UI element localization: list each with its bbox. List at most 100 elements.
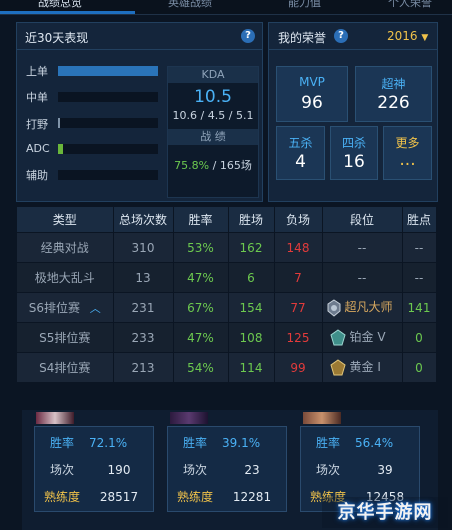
rank-label: 超凡大师 (344, 300, 393, 315)
cell-rank: 黄金 I (322, 352, 403, 382)
tab-champions[interactable]: 英雄战绩 (168, 0, 212, 12)
cell-total: 233 (113, 322, 174, 353)
kda-deaths: 4.5 (207, 109, 226, 122)
winrate-value: 56.4% (355, 436, 394, 450)
cell-total: 231 (113, 292, 174, 323)
champ-mastery-row: 熟练度 12281 (168, 489, 286, 505)
cell-wins: 6 (228, 262, 275, 293)
role-bar-adc (58, 144, 158, 154)
honor-tile-quadrakill[interactable]: 四杀 16 (330, 126, 378, 180)
active-tab-indicator (0, 11, 135, 14)
honor-label: 超神 (381, 77, 406, 91)
honor-label: 更多 (395, 136, 420, 150)
match-type-table: 类型 总场次数 胜率 胜场 负场 段位 胜点 经典对战 310 53% 162 … (17, 207, 437, 382)
champion-card[interactable]: 胜率 39.1% 场次 23 熟练度 12281 (167, 426, 287, 512)
cell-points: -- (402, 232, 437, 263)
rank-label: 铂金 V (349, 330, 386, 345)
cell-rank: -- (322, 232, 403, 263)
cell-points: 141 (402, 292, 437, 323)
tab-ability[interactable]: 能力值 (288, 0, 321, 12)
cell-losses: 125 (274, 322, 323, 353)
cell-losses: 148 (274, 232, 323, 263)
cell-points: 0 (402, 352, 437, 382)
cell-type: 经典对战 (17, 232, 114, 263)
honor-tile-more[interactable]: 更多 ... (383, 126, 432, 180)
role-bar-jungle (58, 118, 158, 128)
master-rank-emblem-icon (325, 299, 343, 317)
honor-value: ... (399, 150, 416, 170)
rank-label: 黄金 I (349, 360, 381, 375)
column-header: 类型 (17, 207, 114, 233)
honor-label: 五杀 (288, 136, 313, 150)
honor-tile-mvp[interactable]: MVP 96 (276, 66, 348, 122)
honor-value: 4 (295, 152, 306, 172)
mastery-label: 熟练度 (176, 490, 213, 504)
winrate-value: 72.1% (89, 436, 128, 450)
column-header: 胜场 (228, 207, 275, 233)
kda-breakdown: 10.6 / 4.5 / 5.1 (172, 109, 254, 122)
champion-portrait[interactable] (303, 412, 341, 424)
chevron-down-icon: ▼ (421, 33, 429, 43)
year-select[interactable]: 2016 ▼ (387, 29, 428, 43)
cell-rank: -- (322, 262, 403, 293)
chevron-up-icon[interactable]: ︿ (90, 302, 101, 315)
table-row[interactable]: S5排位赛 233 47% 108 125 铂金 V 0 (17, 322, 437, 353)
cell-winrate: 47% (173, 322, 229, 353)
games-value: 39 (377, 463, 393, 477)
cell-points: 0 (402, 322, 437, 353)
kda-label: KDA (168, 67, 258, 83)
cell-winrate: 67% (173, 292, 229, 323)
games-label: 场次 (182, 463, 207, 477)
record-label: 战 绩 (168, 129, 258, 145)
games-value: 190 (107, 463, 131, 477)
table-row[interactable]: 极地大乱斗 13 47% 6 7 -- -- (17, 262, 437, 293)
cell-winrate: 54% (173, 352, 229, 382)
cell-rank: 超凡大师 (322, 292, 403, 323)
honor-value: 16 (343, 152, 365, 172)
cell-total: 213 (113, 352, 174, 382)
games-value: 23 (244, 463, 260, 477)
honor-value: 226 (377, 93, 410, 113)
honor-title: 我的荣誉 (278, 31, 327, 45)
winrate-label: 胜率 (182, 436, 207, 450)
cell-total: 310 (113, 232, 174, 263)
champion-card[interactable]: 胜率 72.1% 场次 190 熟练度 28517 (34, 426, 154, 512)
cell-points: -- (402, 262, 437, 293)
role-bar-mid (58, 92, 158, 102)
champion-portrait[interactable] (170, 412, 208, 424)
win-rate: 75.8% (174, 159, 210, 172)
role-label-top: 上单 (26, 65, 48, 78)
honor-tile-legendary[interactable]: 超神 226 (355, 66, 432, 122)
tab-honors[interactable]: 个人荣誉 (388, 0, 432, 12)
divider (17, 49, 262, 50)
total-games: 165场 (219, 159, 252, 172)
honor-tile-pentakill[interactable]: 五杀 4 (276, 126, 325, 180)
honor-label: MVP (299, 75, 325, 89)
column-header: 总场次数 (113, 207, 174, 233)
table-row[interactable]: S4排位赛 213 54% 114 99 黄金 I 0 (17, 352, 437, 382)
champ-games-row: 场次 190 (35, 462, 153, 478)
gold-rank-emblem-icon (329, 359, 347, 377)
honor-value: 96 (301, 93, 323, 113)
role-bar-fill (58, 118, 60, 128)
role-label-mid: 中单 (26, 91, 48, 104)
cell-losses: 77 (274, 292, 323, 323)
kda-box: KDA 10.5 10.6 / 4.5 / 5.1 战 绩 75.8% / 16… (167, 66, 259, 198)
table-row[interactable]: S6排位赛 ︿ 231 67% 154 77 超凡大师 141 (17, 292, 437, 323)
champion-portrait[interactable] (36, 412, 74, 424)
role-bar-top (58, 66, 158, 76)
recent-title: 近30天表现 (25, 31, 89, 45)
site-watermark: 京华手游网 (322, 497, 448, 528)
winrate-label: 胜率 (49, 436, 74, 450)
champ-mastery-row: 熟练度 28517 (35, 489, 153, 505)
table-row[interactable]: 经典对战 310 53% 162 148 -- -- (17, 232, 437, 263)
help-icon[interactable]: ? (241, 29, 255, 43)
champ-winrate-row: 胜率 72.1% (35, 435, 153, 451)
cell-wins: 162 (228, 232, 275, 263)
year-value: 2016 (387, 29, 418, 43)
role-bar-fill (58, 144, 63, 154)
help-icon[interactable]: ? (334, 29, 348, 43)
cell-wins: 108 (228, 322, 275, 353)
cell-wins: 114 (228, 352, 275, 382)
cell-type: S5排位赛 (17, 322, 114, 353)
